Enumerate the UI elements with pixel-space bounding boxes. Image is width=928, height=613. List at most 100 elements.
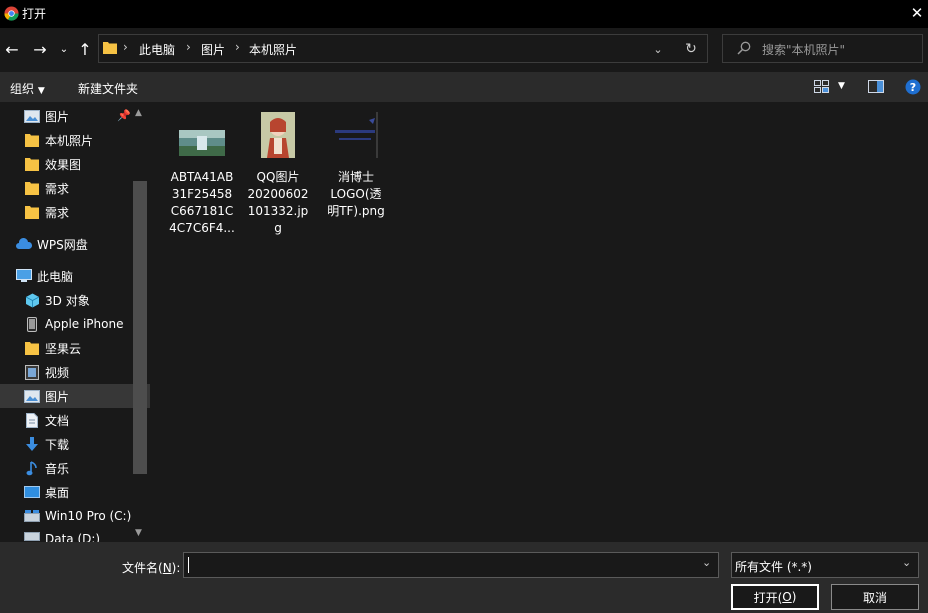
sidebar-item-label: 图片 bbox=[45, 389, 70, 404]
close-button[interactable]: ✕ bbox=[906, 2, 928, 24]
sidebar-item-label: 文档 bbox=[45, 413, 70, 428]
sidebar-item-documents[interactable]: 文档 bbox=[0, 408, 154, 432]
breadcrumb-this-pc[interactable]: 此电脑 bbox=[139, 41, 175, 58]
open-label-end: ) bbox=[791, 590, 797, 604]
new-folder-button[interactable]: 新建文件夹 bbox=[78, 80, 138, 97]
file-name: 101332.jp bbox=[247, 204, 309, 218]
folder-icon bbox=[24, 181, 40, 195]
open-button[interactable]: 打开(O) bbox=[731, 584, 819, 610]
scroll-down-icon[interactable]: ▼ bbox=[135, 528, 142, 538]
help-icon[interactable]: ? bbox=[905, 79, 921, 95]
cloud-icon bbox=[16, 237, 32, 251]
organize-label: 组织 bbox=[10, 82, 35, 96]
text-caret bbox=[188, 557, 189, 573]
sidebar-item-drive-c[interactable]: Win10 Pro (C:) bbox=[0, 504, 154, 528]
folder-icon bbox=[24, 157, 40, 171]
sidebar-item-desktop[interactable]: 桌面 bbox=[0, 480, 154, 504]
address-history-button[interactable]: ⌄ bbox=[650, 41, 666, 57]
folder-icon bbox=[24, 133, 40, 147]
refresh-icon: ↻ bbox=[685, 41, 697, 57]
back-button[interactable]: ← bbox=[3, 39, 21, 59]
filename-input[interactable] bbox=[183, 552, 719, 578]
window-title: 打开 bbox=[22, 7, 47, 21]
sidebar-item-label: 下载 bbox=[45, 437, 70, 452]
cancel-button[interactable]: 取消 bbox=[831, 584, 919, 610]
sidebar-item-label: 视频 bbox=[45, 365, 70, 380]
breadcrumb-local-photos[interactable]: 本机照片 bbox=[249, 41, 297, 58]
view-menu-caret-icon[interactable]: ▼ bbox=[838, 81, 845, 91]
file-name: ABTA41AB bbox=[170, 170, 234, 184]
up-button[interactable]: ↑ bbox=[76, 39, 94, 59]
sidebar-item-local-photos[interactable]: 本机照片 bbox=[0, 128, 154, 152]
sidebar-item-label: Win10 Pro (C:) bbox=[45, 509, 132, 523]
chevron-down-icon: ⌄ bbox=[59, 43, 69, 55]
desktop-icon bbox=[24, 485, 40, 499]
close-icon: ✕ bbox=[910, 4, 924, 22]
svg-text:?: ? bbox=[910, 81, 916, 94]
chevron-down-icon: ⌄ bbox=[653, 42, 663, 56]
title-bar bbox=[0, 0, 928, 28]
chrome-icon bbox=[4, 6, 19, 21]
breadcrumb-pictures[interactable]: 图片 bbox=[201, 41, 225, 58]
sidebar-item-label: 此电脑 bbox=[37, 269, 74, 284]
refresh-button[interactable]: ↻ bbox=[682, 40, 700, 58]
sidebar-item-this-pc[interactable]: 此电脑 bbox=[0, 264, 146, 288]
file-name: 4C7C6F4... bbox=[169, 221, 235, 235]
sidebar-item-videos[interactable]: 视频 bbox=[0, 360, 154, 384]
sidebar-item-label: 需求 bbox=[45, 181, 70, 196]
sidebar-item-label: Apple iPhone bbox=[45, 317, 124, 331]
sidebar-item-downloads[interactable]: 下载 bbox=[0, 432, 154, 456]
sidebar-item-wps-cloud[interactable]: WPS网盘 bbox=[0, 232, 146, 256]
arrow-right-icon: → bbox=[33, 39, 47, 59]
organize-button[interactable]: 组织 ▼ bbox=[10, 80, 45, 97]
sidebar-item-nutstore[interactable]: 坚果云 bbox=[0, 336, 154, 360]
arrow-left-icon: ← bbox=[5, 39, 19, 59]
sidebar-item-label: 需求 bbox=[45, 205, 70, 220]
search-icon bbox=[737, 41, 751, 55]
preview-pane-icon[interactable] bbox=[868, 80, 884, 93]
drive-icon bbox=[24, 509, 40, 523]
sidebar-scrollbar-thumb[interactable] bbox=[133, 181, 147, 474]
sidebar-item-label: Data (D:) bbox=[45, 532, 101, 542]
sidebar-item-label: WPS网盘 bbox=[37, 237, 88, 252]
sidebar-item-label: 坚果云 bbox=[45, 341, 82, 356]
file-name: 31F25458 bbox=[171, 187, 233, 201]
file-name: QQ图片 bbox=[256, 170, 300, 184]
sidebar-item-label: 图片 bbox=[45, 109, 70, 124]
sidebar-item-music[interactable]: 音乐 bbox=[0, 456, 154, 480]
recent-locations-button[interactable]: ⌄ bbox=[58, 41, 70, 57]
open-label: 打开( bbox=[753, 590, 783, 605]
sidebar-item-requirements-2[interactable]: 需求 bbox=[0, 200, 154, 224]
file-name: g bbox=[274, 221, 282, 235]
cube-icon bbox=[24, 293, 40, 307]
breadcrumb-separator: › bbox=[235, 40, 240, 54]
sidebar-item-pictures[interactable]: 图片 bbox=[0, 384, 154, 408]
phone-icon bbox=[24, 316, 40, 332]
chevron-down-icon[interactable]: ⌄ bbox=[702, 556, 711, 569]
pictures-icon bbox=[24, 109, 40, 123]
music-icon bbox=[24, 460, 40, 475]
sidebar-item-apple-iphone[interactable]: Apple iPhone bbox=[0, 312, 154, 336]
search-placeholder: 搜索"本机照片" bbox=[762, 43, 846, 57]
chevron-down-icon[interactable]: ⌄ bbox=[902, 556, 911, 569]
sidebar-item-drive-d[interactable]: Data (D:) bbox=[0, 528, 154, 542]
forward-button[interactable]: → bbox=[31, 39, 49, 59]
open-accesskey: O bbox=[782, 590, 792, 604]
sidebar-item-requirements[interactable]: 需求 bbox=[0, 176, 154, 200]
sidebar-item-renderings[interactable]: 效果图 bbox=[0, 152, 154, 176]
breadcrumb-separator: › bbox=[186, 40, 191, 54]
file-item[interactable]: 消博士 LOGO(透 明TF).png bbox=[318, 112, 394, 220]
pin-icon[interactable]: 📌 bbox=[117, 109, 131, 122]
sidebar-item-label: 本机照片 bbox=[45, 133, 94, 148]
scroll-up-icon[interactable]: ▲ bbox=[135, 108, 142, 118]
download-icon bbox=[24, 436, 40, 451]
file-name: 20200602 bbox=[247, 187, 309, 201]
image-thumbnail bbox=[333, 112, 379, 158]
sidebar-item-3d-objects[interactable]: 3D 对象 bbox=[0, 288, 154, 312]
folder-icon bbox=[24, 205, 40, 219]
arrow-up-icon: ↑ bbox=[78, 39, 92, 59]
file-item[interactable]: QQ图片 20200602 101332.jp g bbox=[240, 112, 316, 237]
view-options-icon[interactable] bbox=[814, 80, 829, 93]
file-item[interactable]: ABTA41AB 31F25458 C667181C 4C7C6F4... bbox=[164, 112, 240, 237]
filetype-value: 所有文件 (*.*) bbox=[735, 560, 812, 574]
